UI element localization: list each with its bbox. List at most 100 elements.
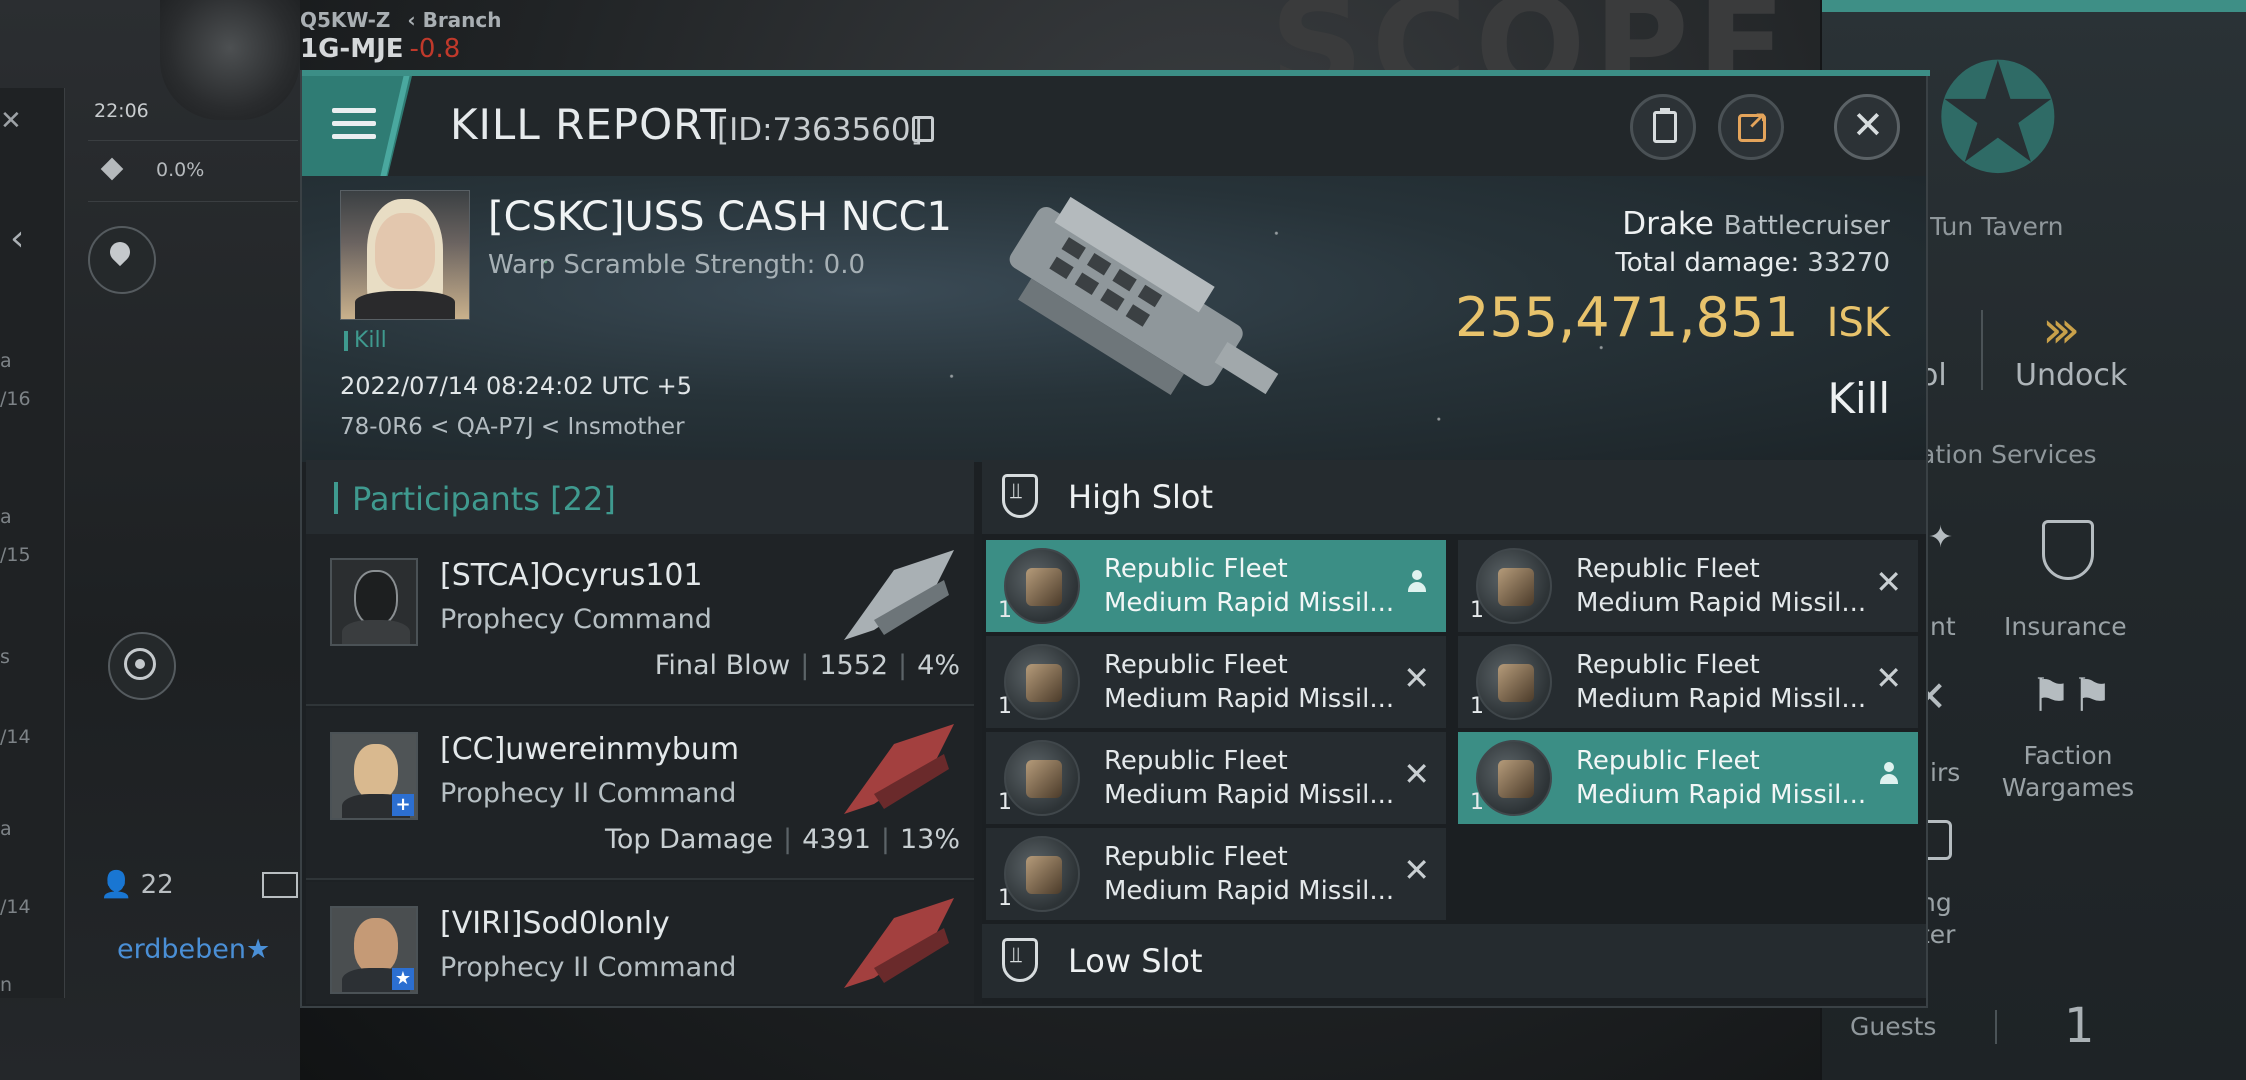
left-text-fragment: a: [0, 506, 12, 528]
bg-nt-fragment[interactable]: nt: [1930, 612, 1956, 641]
missile-launcher-icon: [1004, 548, 1080, 624]
chevron-left-icon[interactable]: ‹: [10, 218, 24, 259]
system-region[interactable]: Q5KW-Z ‹ Branch: [300, 8, 502, 32]
guests-count: 1: [2064, 998, 2095, 1054]
left-text-fragment: n: [0, 974, 13, 996]
undock-button[interactable]: Undock: [2015, 358, 2127, 393]
module-item[interactable]: 1 Republic Fleet Medium Rapid Missil... …: [1458, 540, 1918, 632]
kill-tag: Kill: [344, 328, 387, 353]
participant-name: [VIRI]Sod0lonly: [440, 906, 670, 941]
participant-ship: Prophecy Command: [440, 604, 712, 635]
left-text-fragment: /14: [0, 896, 31, 918]
victim-ship-render[interactable]: [962, 186, 1302, 426]
participants-header[interactable]: Participants [22]: [306, 460, 974, 534]
participant-row[interactable]: ★ [VIRI]Sod0lonly Prophecy II Command: [306, 882, 974, 1004]
high-slot-icon: [1002, 474, 1038, 518]
module-item[interactable]: 1 Republic Fleet Medium Rapid Missil... …: [986, 732, 1446, 824]
low-slot-header: Low Slot: [982, 924, 1926, 998]
kill-id: [ID:7363560]: [717, 112, 923, 148]
destroyed-x-icon: ✕: [1403, 755, 1430, 793]
ship-class: Battlecruiser: [1723, 211, 1890, 241]
clock: 22:06: [94, 100, 149, 122]
cargo-icon: [100, 157, 124, 181]
clipboard-icon: [1653, 108, 1677, 143]
modal-title: KILL REPORT: [450, 100, 727, 149]
warp-scramble-strength: Warp Scramble Strength: 0.0: [488, 250, 866, 280]
left-text-fragment: /15: [0, 544, 31, 566]
clipboard-button[interactable]: [1630, 94, 1696, 160]
participant-ship-icon: [844, 724, 954, 814]
kill-datetime: 2022/07/14 08:24:02 UTC +5: [340, 372, 692, 400]
left-side-panel: ✕ ‹ a /16 a /15 s /14 a /14 n: [0, 88, 65, 998]
system-name[interactable]: 1G-MJE -0.8: [300, 34, 460, 64]
participant-row[interactable]: + [CC]uwereinmybum Prophecy II Command T…: [306, 708, 974, 880]
dropped-person-icon: [1880, 762, 1898, 786]
left-text-fragment: s: [0, 646, 10, 668]
mail-icon[interactable]: [262, 872, 298, 898]
participant-stats: Top Damage | 4391 | 13%: [604, 824, 960, 855]
close-button[interactable]: ✕: [1834, 94, 1900, 160]
insurance-icon[interactable]: [2042, 520, 2094, 580]
location-pin-icon: [105, 237, 135, 267]
module-item[interactable]: 1 Republic Fleet Medium Rapid Missil... …: [986, 636, 1446, 728]
destroyed-x-icon: ✕: [1403, 851, 1430, 889]
victim-ship-type[interactable]: Drake Battlecruiser: [1622, 206, 1890, 242]
participant-ship-icon: [844, 898, 954, 988]
participant-avatar: [330, 558, 418, 646]
left-text-fragment: a: [0, 350, 12, 372]
participant-avatar: ★: [330, 906, 418, 994]
participant-ship: Prophecy II Command: [440, 778, 737, 809]
hamburger-icon: [332, 108, 376, 142]
participant-ship-icon: [844, 550, 954, 640]
share-button[interactable]: [1718, 94, 1784, 160]
module-item[interactable]: 1 Republic Fleet Medium Rapid Missil...: [986, 540, 1446, 632]
bg-irs-fragment[interactable]: irs: [1930, 758, 1960, 787]
participant-row[interactable]: [STCA]Ocyrus101 Prophecy Command Final B…: [306, 534, 974, 706]
fitting-slots-panel: High Slot 1 Republic Fleet Medium Rapid …: [982, 460, 1926, 1004]
module-item[interactable]: 1 Republic Fleet Medium Rapid Missil...: [1458, 732, 1918, 824]
module-item[interactable]: 1 Republic Fleet Medium Rapid Missil... …: [1458, 636, 1918, 728]
copy-icon[interactable]: [912, 116, 934, 142]
insurance-button[interactable]: Insurance: [2004, 612, 2127, 641]
module-item[interactable]: 1 Republic Fleet Medium Rapid Missil... …: [986, 828, 1446, 920]
missile-launcher-icon: [1476, 740, 1552, 816]
username[interactable]: erdbeben★: [117, 934, 270, 965]
isk-value: 255,471,851 ISK: [1455, 286, 1890, 349]
low-slot-icon: [1002, 938, 1038, 982]
cargo-percent: 0.0%: [156, 159, 205, 181]
participant-name: [CC]uwereinmybum: [440, 732, 740, 767]
star-badge-icon: ★: [392, 968, 414, 990]
kill-location[interactable]: 78-0R6 < QA-P7J < Insmother: [340, 414, 685, 440]
faction-wargames-button[interactable]: Faction Wargames: [2000, 740, 2136, 804]
crossed-flags-icon[interactable]: ⚑⚑: [2030, 668, 2112, 722]
missile-launcher-icon: [1004, 836, 1080, 912]
participants-panel: Participants [22] [STCA]Ocyrus101 Prophe…: [306, 460, 974, 1004]
victim-portrait[interactable]: [340, 190, 470, 320]
close-icon[interactable]: ✕: [0, 106, 22, 136]
destroyed-x-icon: ✕: [1403, 659, 1430, 697]
left-text-fragment: a: [0, 818, 12, 840]
participant-stats: Final Blow | 1552 | 4%: [654, 650, 960, 681]
close-icon: ✕: [1852, 103, 1884, 147]
high-slot-header: High Slot: [982, 460, 1926, 534]
missile-launcher-icon: [1004, 644, 1080, 720]
modal-header: KILL REPORT [ID:7363560] ✕: [302, 76, 1926, 176]
people-count[interactable]: 👤 22: [100, 870, 174, 900]
dropped-person-icon: [1408, 570, 1426, 594]
share-icon: [1738, 107, 1767, 142]
victim-name[interactable]: [CSKC]USS CASH NCC1: [488, 194, 952, 240]
divider: [1995, 1010, 1997, 1044]
location-button[interactable]: [88, 226, 156, 294]
missile-launcher-icon: [1476, 548, 1552, 624]
guests-label: Guests: [1850, 1012, 1937, 1041]
station-services-label: ation Services: [1920, 440, 2097, 469]
destroyed-x-icon: ✕: [1875, 563, 1902, 601]
left-text-fragment: /14: [0, 726, 31, 748]
background-right-accent: [1822, 0, 2246, 12]
cargo-bar[interactable]: 0.0%: [88, 140, 298, 202]
undock-arrows-icon[interactable]: ›››: [2042, 300, 2081, 360]
branch-label: Branch: [422, 8, 502, 32]
target-button[interactable]: [108, 632, 176, 700]
divider: [1981, 310, 1983, 390]
pilot-avatar[interactable]: [160, 0, 300, 120]
